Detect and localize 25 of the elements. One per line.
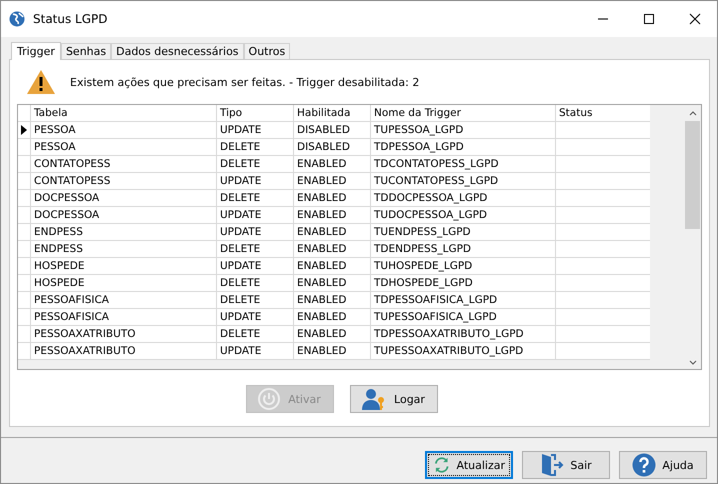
footer-button[interactable]: Atualizar xyxy=(425,451,513,479)
table-cell: PESSOAXATRIBUTO xyxy=(30,343,216,360)
close-icon[interactable] xyxy=(689,13,701,25)
tab[interactable]: Trigger xyxy=(11,42,61,60)
help-icon xyxy=(632,453,656,477)
warning-icon xyxy=(26,69,56,95)
tab[interactable]: Dados desnecessários xyxy=(111,43,244,59)
warning-message: Existem ações que precisam ser feitas. - Trigger desabilitada: 2 xyxy=(70,76,420,88)
table-cell: TUPESSOAXATRIBUTO_LGPD xyxy=(370,343,555,360)
table-cell: ENABLED xyxy=(293,343,370,360)
maximize-icon[interactable] xyxy=(643,13,655,25)
tab[interactable]: Outros xyxy=(244,43,290,59)
action-button[interactable]: Logar xyxy=(350,385,438,413)
tab[interactable]: Senhas xyxy=(60,43,112,59)
footer-button[interactable]: Ajuda xyxy=(619,451,707,479)
user-key-icon xyxy=(362,388,386,410)
globe-icon xyxy=(9,11,25,27)
row-indicator-icon xyxy=(21,125,27,135)
scroll-up-icon[interactable] xyxy=(688,110,696,116)
scroll-down-icon[interactable] xyxy=(688,360,696,366)
table-cell: UPDATE xyxy=(216,343,293,360)
window-title: Status LGPD xyxy=(33,12,108,26)
exit-door-icon xyxy=(540,453,564,477)
footer-button[interactable]: Sair xyxy=(522,451,610,479)
power-icon xyxy=(258,388,280,410)
